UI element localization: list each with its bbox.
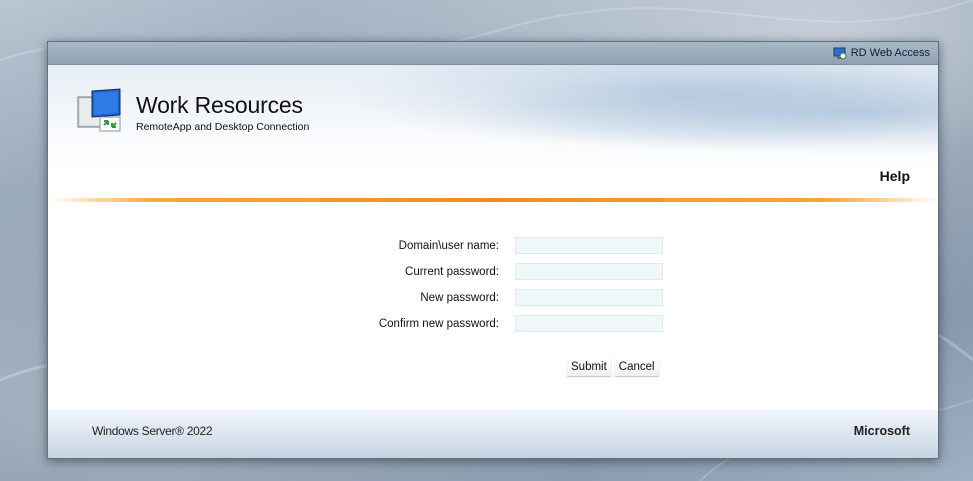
form-row-current-password: Current password: [48,263,938,283]
current-password-label: Current password: [405,266,499,278]
submit-button[interactable]: Submit [567,358,611,376]
domain-user-input[interactable] [515,237,663,254]
form-buttons: Submit Cancel [567,358,659,376]
confirm-password-input[interactable] [515,315,663,332]
rd-web-access-window: RD Web Access Work Resources RemoteApp a… [47,41,939,459]
new-password-label: New password: [420,292,499,304]
form-row-confirm-password: Confirm new password: [48,315,938,335]
microsoft-brand: Microsoft [853,424,910,438]
page-subtitle: RemoteApp and Desktop Connection [136,121,310,133]
header: Work Resources RemoteApp and Desktop Con… [48,65,938,200]
cancel-button[interactable]: Cancel [614,358,659,376]
rd-web-access-icon [833,47,847,59]
rd-web-access-label: RD Web Access [833,46,930,60]
remote-desktop-icon [77,88,121,132]
windows-server-brand: Windows Server® 2022 [92,424,213,438]
rd-web-access-text: RD Web Access [850,47,930,59]
help-link[interactable]: Help [880,168,910,184]
new-password-input[interactable] [515,289,663,306]
form-row-domain-user: Domain\user name: [48,237,938,257]
domain-user-label: Domain\user name: [398,240,499,252]
footer: Windows Server® 2022 Microsoft [48,410,938,458]
page-title: Work Resources [136,92,303,118]
current-password-input[interactable] [515,263,663,280]
confirm-password-label: Confirm new password: [378,318,499,330]
accent-divider [48,198,938,202]
top-bar: RD Web Access [48,42,938,65]
form-row-new-password: New password: [48,289,938,309]
